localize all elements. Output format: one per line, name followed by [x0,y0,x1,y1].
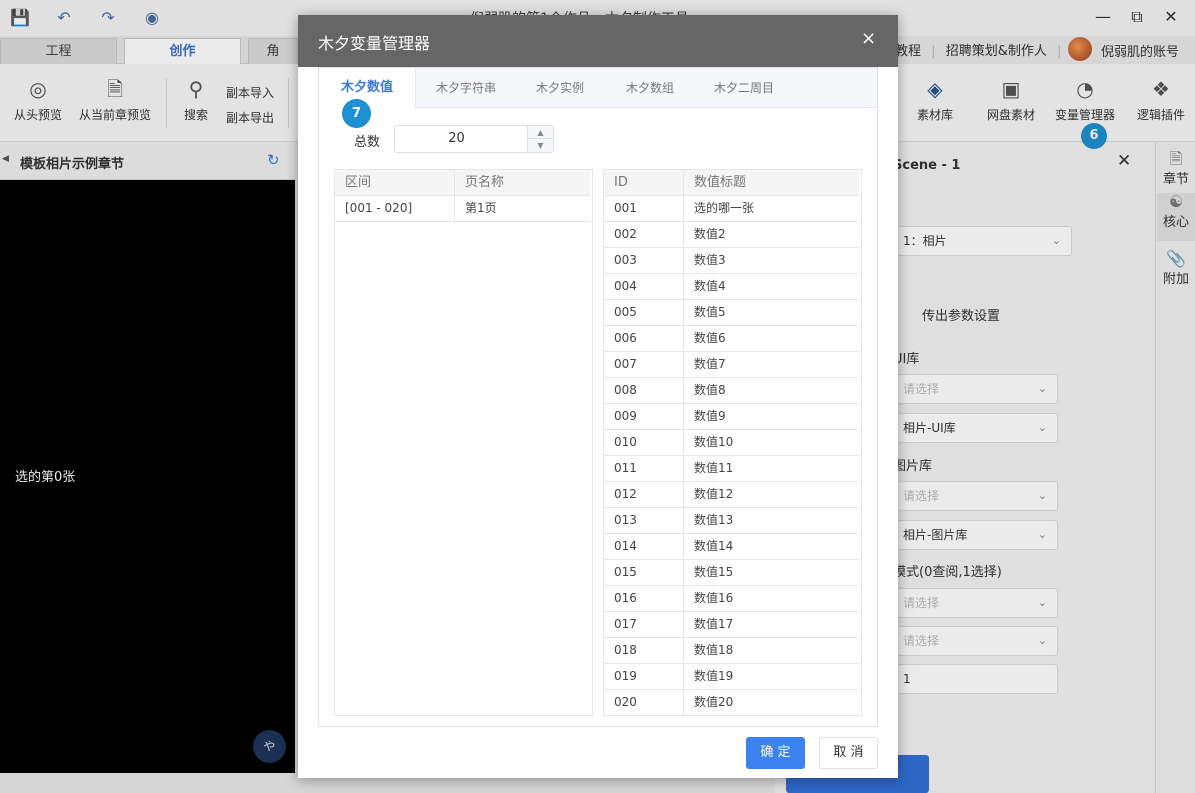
value-title-cell: 数值17 [694,617,734,631]
id-cell: 003 [604,248,684,274]
id-cell: 016 [604,586,684,612]
count-value[interactable]: 20 [394,125,519,153]
table-row[interactable]: 019 数值19 [604,664,859,690]
id-cell: 010 [604,430,684,456]
table-row[interactable]: 001 选的哪一张 [604,196,859,222]
id-cell: 015 [604,560,684,586]
value-title-cell: 数值4 [694,279,726,293]
decrement-icon[interactable]: ▼ [527,139,553,152]
column-header: 数值标题 [684,170,859,196]
column-header: 页名称 [455,170,590,196]
id-cell: 011 [604,456,684,482]
value-title-cell: 数值8 [694,383,726,397]
page-name-cell: 第1页 [465,201,497,215]
table-row[interactable]: 020 数值20 [604,690,859,716]
value-title-cell: 数值15 [694,565,734,579]
cancel-button[interactable]: 取 消 [819,737,878,769]
table-row[interactable]: 015 数值15 [604,560,859,586]
tab-string[interactable]: 木夕字符串 [418,68,514,108]
id-cell: 002 [604,222,684,248]
id-cell: 005 [604,300,684,326]
table-row[interactable]: 011 数值11 [604,456,859,482]
table-row[interactable]: 008 数值8 [604,378,859,404]
id-cell: 019 [604,664,684,690]
value-title-cell: 数值19 [694,669,734,683]
column-header: 区间 [335,170,455,196]
id-cell: 009 [604,404,684,430]
range-cell: [001 - 020] [335,196,455,222]
table-row[interactable]: 007 数值7 [604,352,859,378]
value-title-cell: 数值16 [694,591,734,605]
id-cell: 017 [604,612,684,638]
tab-second-round[interactable]: 木夕二周目 [694,68,794,108]
column-header: ID [604,170,684,196]
page-range-table: 区间 页名称 [001 - 020] 第1页 [334,169,593,716]
dialog-close-icon[interactable]: × [861,28,876,49]
id-cell: 012 [604,482,684,508]
id-cell: 020 [604,690,684,716]
value-title-cell: 数值2 [694,227,726,241]
table-row[interactable]: 013 数值13 [604,508,859,534]
id-cell: 013 [604,508,684,534]
table-row[interactable]: 002 数值2 [604,222,859,248]
table-row[interactable]: [001 - 020] 第1页 [335,196,590,222]
value-title-cell: 选的哪一张 [694,201,755,215]
id-cell: 008 [604,378,684,404]
dialog-title: 木夕变量管理器 [318,34,431,53]
table-row[interactable]: 017 数值17 [604,612,859,638]
value-title-cell: 数值10 [694,435,734,449]
value-title-cell: 数值12 [694,487,734,501]
id-cell: 007 [604,352,684,378]
confirm-button[interactable]: 确 定 [746,737,805,769]
table-row[interactable]: 005 数值5 [604,300,859,326]
tab-numeric[interactable]: 木夕数值 [319,68,416,108]
step-badge-7: 7 [342,99,371,128]
table-row[interactable]: 014 数值14 [604,534,859,560]
id-cell: 004 [604,274,684,300]
id-cell: 006 [604,326,684,352]
id-cell: 014 [604,534,684,560]
value-title-cell: 数值11 [694,461,734,475]
value-title-cell: 数值7 [694,357,726,371]
table-row[interactable]: 009 数值9 [604,404,859,430]
id-cell: 018 [604,638,684,664]
tab-instance[interactable]: 木夕实例 [514,68,606,108]
value-title-cell: 数值13 [694,513,734,527]
count-label: 总数 [354,135,381,150]
value-title-cell: 数值18 [694,643,734,657]
table-row[interactable]: 003 数值3 [604,248,859,274]
value-title-cell: 数值9 [694,409,726,423]
value-title-cell: 数值6 [694,331,726,345]
tab-array[interactable]: 木夕数组 [606,68,694,108]
table-row[interactable]: 018 数值18 [604,638,859,664]
value-title-cell: 数值20 [694,695,734,709]
increment-icon[interactable]: ▲ [527,126,553,139]
variable-table: ID 数值标题 001 选的哪一张 002 数值2 003 数值3 004 数值4 005 数值5… [603,169,862,716]
table-row[interactable]: 004 数值4 [604,274,859,300]
table-row[interactable]: 012 数值12 [604,482,859,508]
id-cell: 001 [604,196,684,222]
value-title-cell: 数值5 [694,305,726,319]
value-title-cell: 数值14 [694,539,734,553]
table-row[interactable]: 010 数值10 [604,430,859,456]
value-title-cell: 数值3 [694,253,726,267]
table-row[interactable]: 006 数值6 [604,326,859,352]
table-row[interactable]: 016 数值16 [604,586,859,612]
